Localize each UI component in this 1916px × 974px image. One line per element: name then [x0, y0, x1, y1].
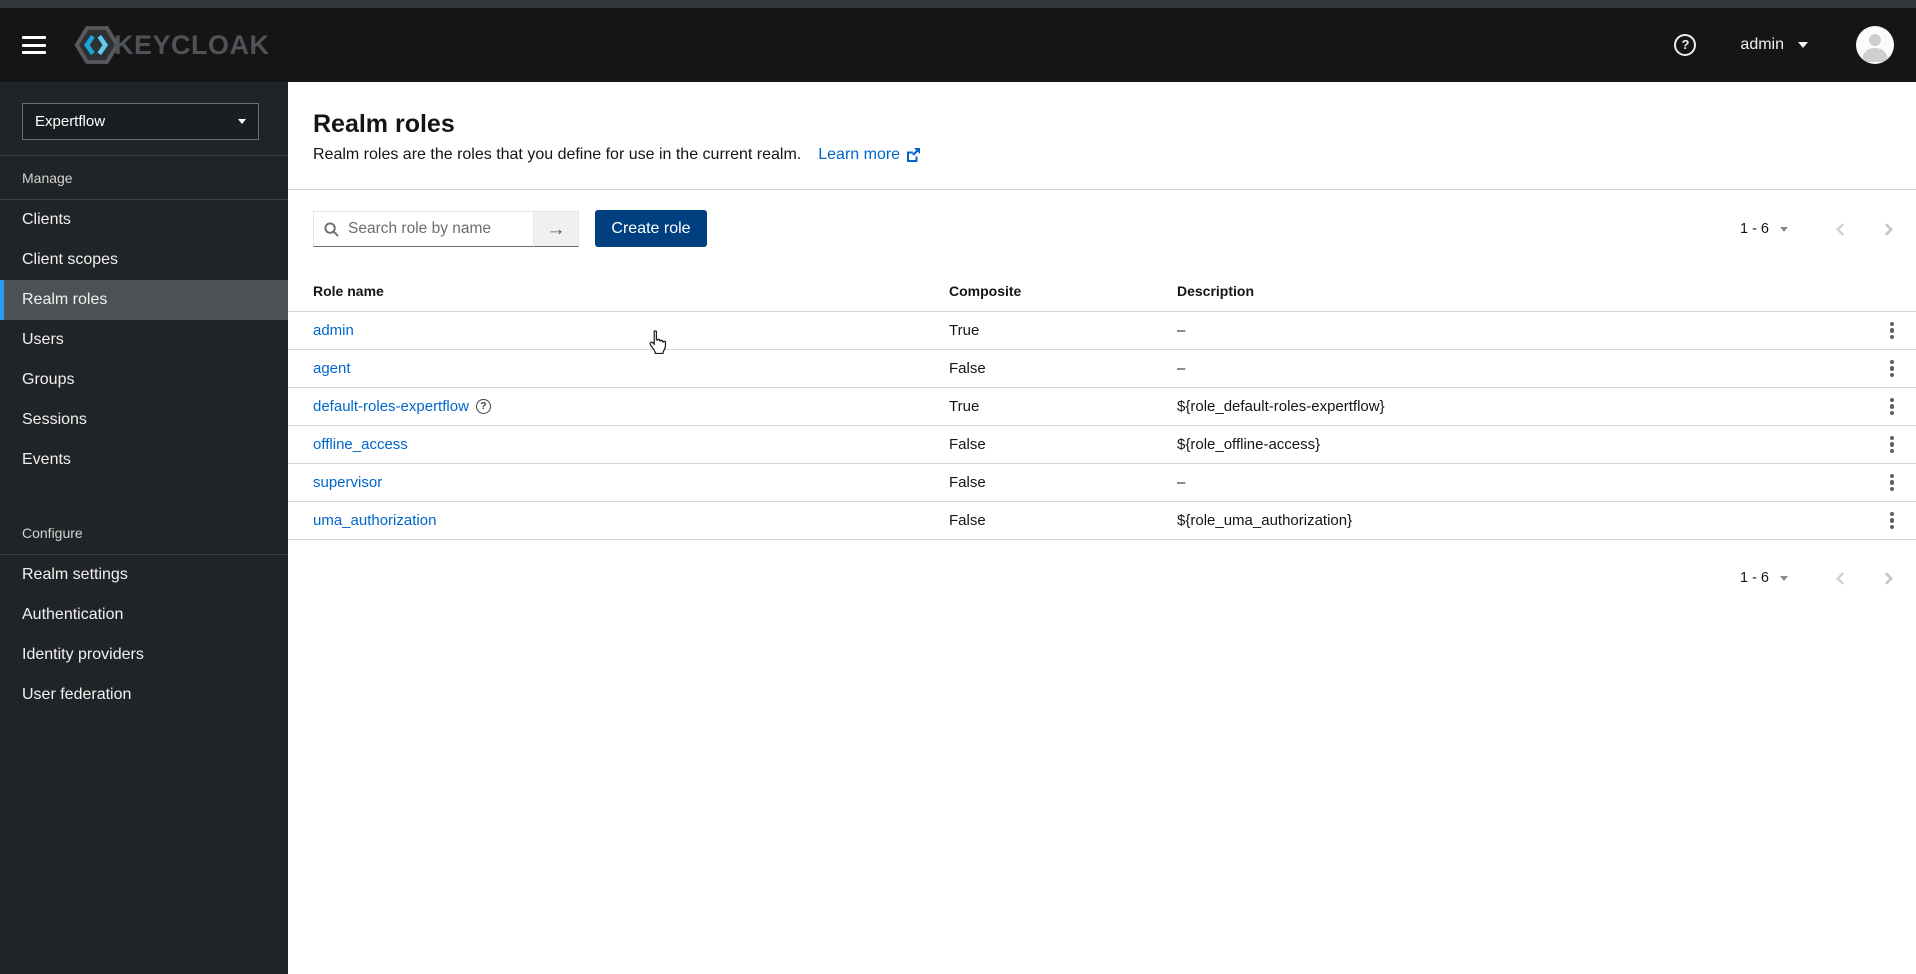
- role-name-link[interactable]: default-roles-expertflow: [313, 398, 469, 415]
- pagination-range-label: 1 - 6: [1739, 221, 1769, 237]
- composite-value: False: [949, 474, 986, 491]
- chevron-down-icon: [1780, 226, 1788, 232]
- table-row: offline_access ? False ${role_offline-ac…: [288, 426, 1916, 464]
- kebab-menu-icon[interactable]: [1884, 354, 1900, 384]
- nav-section-label: Configure: [0, 511, 288, 555]
- sidebar: Expertflow Manage Clients Client scopes Re…: [0, 82, 288, 974]
- learn-more-link[interactable]: Learn more: [818, 146, 921, 164]
- composite-value: False: [949, 512, 986, 529]
- sidebar-item-authentication[interactable]: Authentication: [0, 595, 288, 635]
- description-value: ${role_uma_authorization}: [1177, 512, 1353, 529]
- sidebar-item-groups[interactable]: Groups: [0, 360, 288, 400]
- column-header-description: Description: [1177, 282, 1255, 299]
- masthead: KEYCLOAK ? admin: [0, 8, 1916, 82]
- keycloak-logo-text: KEYCLOAK: [114, 29, 270, 60]
- table-row: admin ? True –: [288, 312, 1916, 350]
- role-name-link[interactable]: uma_authorization: [313, 512, 436, 529]
- composite-value: False: [949, 360, 986, 377]
- chevron-right-icon: [1884, 222, 1893, 236]
- description-value: –: [1177, 474, 1186, 491]
- pagination-prev-button[interactable]: [1822, 211, 1858, 247]
- table-row: uma_authorization ? False ${role_uma_aut…: [288, 502, 1916, 540]
- person-icon: [1862, 34, 1888, 62]
- external-link-icon: [907, 148, 921, 162]
- kebab-menu-icon[interactable]: [1884, 316, 1900, 346]
- search-input[interactable]: [339, 212, 533, 246]
- pagination-bottom: 1 - 6: [1732, 560, 1906, 596]
- chevron-right-icon: [1884, 571, 1893, 585]
- composite-value: False: [949, 436, 986, 453]
- window-top-strip: [0, 0, 1916, 8]
- sidebar-item-sessions[interactable]: Sessions: [0, 400, 288, 440]
- user-name: admin: [1740, 36, 1784, 53]
- sidebar-item-identity-providers[interactable]: Identity providers: [0, 635, 288, 675]
- realm-selector[interactable]: Expertflow: [22, 103, 259, 140]
- realm-selector-value: Expertflow: [35, 113, 106, 130]
- sidebar-item-users[interactable]: Users: [0, 320, 288, 360]
- table-toolbar: → Create role 1 - 6: [288, 190, 1916, 354]
- app-shell: Expertflow Manage Clients Client scopes Re…: [0, 82, 1916, 974]
- pagination-range-menu[interactable]: 1 - 6: [1732, 221, 1796, 237]
- chevron-left-icon: [1835, 222, 1844, 236]
- help-icon[interactable]: ?: [1674, 34, 1697, 56]
- pagination-prev-button[interactable]: [1822, 560, 1858, 596]
- role-name-link[interactable]: agent: [313, 360, 351, 377]
- column-header-role-name: Role name: [313, 282, 384, 299]
- table-header-row: Role name Composite Description: [288, 270, 1916, 312]
- description-value: –: [1177, 360, 1186, 377]
- chevron-left-icon: [1835, 571, 1844, 585]
- description-value: –: [1177, 322, 1186, 339]
- pagination-range-label: 1 - 6: [1739, 570, 1769, 586]
- sidebar-item-clients[interactable]: Clients: [0, 200, 288, 240]
- column-header-composite: Composite: [949, 282, 1022, 299]
- page-subtitle: Realm roles are the roles that you defin…: [313, 146, 802, 163]
- page-header: Realm roles Realm roles are the roles th…: [288, 82, 1916, 190]
- user-menu-dropdown[interactable]: admin: [1740, 36, 1808, 54]
- help-icon[interactable]: ?: [475, 399, 491, 414]
- search-submit-button[interactable]: →: [534, 211, 579, 247]
- chevron-down-icon: [1780, 575, 1788, 581]
- table-row: agent ? False –: [288, 350, 1916, 388]
- kebab-menu-icon[interactable]: [1884, 506, 1900, 536]
- table-row: default-roles-expertflow ? True ${role_d…: [288, 388, 1916, 426]
- pagination-next-button[interactable]: [1870, 211, 1906, 247]
- sidebar-item-realm-roles[interactable]: Realm roles: [0, 280, 288, 320]
- sidebar-nav: Manage Clients Client scopes Realm roles Us…: [0, 155, 288, 715]
- keycloak-logo: KEYCLOAK: [74, 24, 270, 66]
- create-role-button[interactable]: Create role: [595, 210, 707, 247]
- kebab-menu-icon[interactable]: [1884, 468, 1900, 498]
- search-box: [313, 211, 534, 247]
- nav-toggle-icon[interactable]: [22, 36, 46, 54]
- description-value: ${role_default-roles-expertflow}: [1177, 398, 1385, 415]
- realm-roles-table: Role name Composite Description admin ? …: [288, 270, 1916, 540]
- role-name-link[interactable]: admin: [313, 322, 354, 339]
- composite-value: True: [949, 322, 980, 339]
- page-title: Realm roles: [313, 110, 455, 138]
- role-name-link[interactable]: supervisor: [313, 474, 382, 491]
- avatar[interactable]: [1856, 26, 1894, 64]
- kebab-menu-icon[interactable]: [1884, 430, 1900, 460]
- search-group: →: [313, 211, 579, 247]
- table-row: supervisor ? False –: [288, 464, 1916, 502]
- pagination-top: 1 - 6: [1732, 211, 1906, 247]
- sidebar-item-client-scopes[interactable]: Client scopes: [0, 240, 288, 280]
- sidebar-item-events[interactable]: Events: [0, 440, 288, 480]
- sidebar-item-user-federation[interactable]: User federation: [0, 675, 288, 715]
- chevron-down-icon: [1798, 42, 1808, 48]
- role-name-link[interactable]: offline_access: [313, 436, 408, 453]
- nav-section-label: Manage: [0, 156, 288, 200]
- main-content: Realm roles Realm roles are the roles th…: [288, 82, 1916, 974]
- description-value: ${role_offline-access}: [1177, 436, 1321, 453]
- composite-value: True: [949, 398, 980, 415]
- pagination-range-menu[interactable]: 1 - 6: [1732, 570, 1796, 586]
- learn-more-label: Learn more: [818, 146, 901, 163]
- kebab-menu-icon[interactable]: [1884, 392, 1900, 422]
- search-icon: [324, 221, 339, 237]
- table-body: admin ? True – agent ? False – default-r…: [288, 312, 1916, 540]
- chevron-down-icon: [238, 119, 246, 124]
- pagination-next-button[interactable]: [1870, 560, 1906, 596]
- sidebar-item-realm-settings[interactable]: Realm settings: [0, 555, 288, 595]
- masthead-right: ? admin: [1674, 26, 1894, 64]
